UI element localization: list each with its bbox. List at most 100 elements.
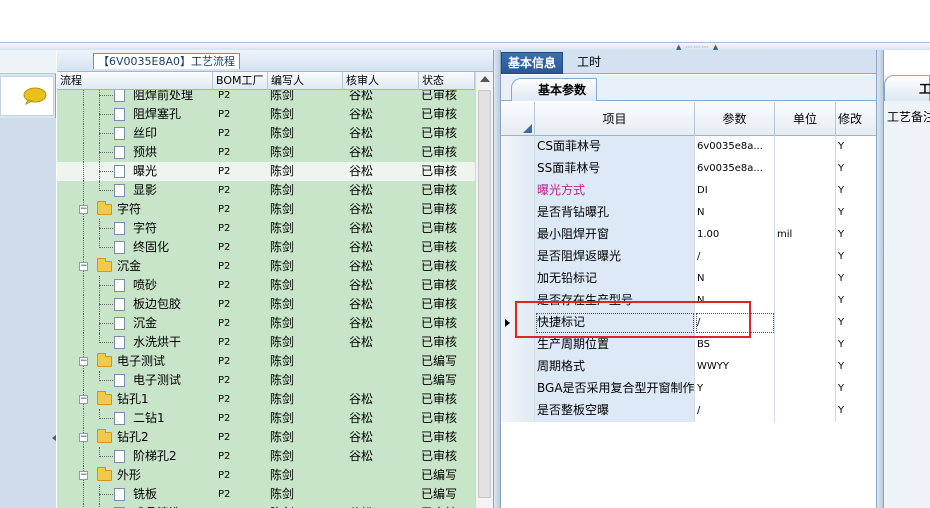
row-indicator[interactable] [501,202,535,224]
tree-node[interactable]: 阻焊塞孔 [57,105,213,124]
unit-cell[interactable] [775,378,836,400]
tree-row[interactable]: 沉金 P2 陈剑 谷松 已审核 [57,314,475,333]
tree-row[interactable]: − 字符 P2 陈剑 谷松 已审核 [57,200,475,219]
item-cell[interactable]: 曝光方式 [535,180,695,202]
col-unit[interactable]: 单位 [775,102,836,136]
tree-node[interactable]: 喷砂 [57,276,213,295]
tree-row[interactable]: 曝光 P2 陈剑 谷松 已审核 [57,162,475,181]
unit-cell[interactable] [775,202,836,224]
modify-cell[interactable]: Y [836,400,881,422]
modify-cell[interactable]: Y [836,356,881,378]
tree-row[interactable]: 电子测试 P2 陈剑 已编写 [57,371,475,390]
tree-row[interactable]: − 钻孔1 P2 陈剑 谷松 已审核 [57,390,475,409]
collapse-left-icon[interactable] [52,435,56,441]
param-cell[interactable]: N [695,268,775,290]
collapse-icon[interactable]: − [79,395,88,404]
tree-node[interactable]: 阶梯孔2 [57,447,213,466]
tree-row[interactable]: 水洗烘干 P2 陈剑 谷松 已审核 [57,333,475,352]
row-indicator[interactable] [501,378,535,400]
grid-row[interactable]: SS面菲林号 6v0035e8a... Y [501,158,881,180]
unit-cell[interactable] [775,356,836,378]
grid-row[interactable]: 曝光方式 DI Y [501,180,881,202]
row-indicator[interactable] [501,224,535,246]
remarks-tab[interactable]: 工 [884,75,930,101]
tree-node[interactable]: 成品清洗 [57,504,213,508]
param-cell[interactable]: / [695,246,775,268]
item-cell[interactable]: BGA是否采用复合型开窗制作 [535,378,695,400]
tree-node[interactable]: 阻焊前处理 [57,90,213,105]
param-cell[interactable]: N [695,202,775,224]
collapse-icon[interactable]: − [79,433,88,442]
tree-row[interactable]: − 钻孔2 P2 陈剑 谷松 已审核 [57,428,475,447]
unit-cell[interactable] [775,180,836,202]
modify-cell[interactable]: Y [836,180,881,202]
col-author[interactable]: 编写人 [268,72,343,90]
col-bom[interactable]: BOM工厂 [213,72,268,90]
tree-row[interactable]: 终固化 P2 陈剑 谷松 已审核 [57,238,475,257]
unit-cell[interactable] [775,312,836,334]
tree-node[interactable]: − 外形 [57,466,213,485]
tab-work-hours[interactable]: 工时 [571,52,607,74]
tree-scrollbar[interactable] [475,72,493,508]
row-indicator[interactable] [501,246,535,268]
tab-basic-info[interactable]: 基本信息 [501,52,564,74]
row-indicator[interactable] [501,136,535,158]
collapse-icon[interactable]: − [79,205,88,214]
tree-row[interactable]: 阻焊前处理 P2 陈剑 谷松 已审核 [57,90,475,105]
grid-row[interactable]: 最小阻焊开窗 1.00 mil Y [501,224,881,246]
grid-row[interactable]: 加无铅标记 N Y [501,268,881,290]
tree-node[interactable]: − 字符 [57,200,213,219]
tree-row[interactable]: − 电子测试 P2 陈剑 已编写 [57,352,475,371]
grid-row[interactable]: 是否背钻曝孔 N Y [501,202,881,224]
modify-cell[interactable]: Y [836,224,881,246]
tree-node[interactable]: 显影 [57,181,213,200]
tree-node[interactable]: 丝印 [57,124,213,143]
scroll-thumb[interactable] [478,90,491,498]
collapse-icon[interactable]: − [79,471,88,480]
grid-row[interactable]: 周期格式 WWYY Y [501,356,881,378]
tree-row[interactable]: 阻焊塞孔 P2 陈剑 谷松 已审核 [57,105,475,124]
param-cell[interactable]: DI [695,180,775,202]
param-cell[interactable]: Y [695,378,775,400]
grid-row[interactable]: 是否整板空曝 / Y [501,400,881,422]
tree-node[interactable]: 水洗烘干 [57,333,213,352]
modify-cell[interactable]: Y [836,136,881,158]
item-cell[interactable]: 加无铅标记 [535,268,695,290]
message-box[interactable] [0,76,54,116]
tree-node[interactable]: 电子测试 [57,371,213,390]
tree-node[interactable]: 沉金 [57,314,213,333]
select-all-icon[interactable] [523,124,532,133]
vertical-splitter[interactable] [493,50,501,508]
tree-row[interactable]: 成品清洗 P2陈剑谷松已审核 [57,504,475,508]
item-cell[interactable]: 周期格式 [535,356,695,378]
param-cell[interactable]: WWYY [695,356,775,378]
unit-cell[interactable] [775,290,836,312]
tree-node[interactable]: 终固化 [57,238,213,257]
unit-cell[interactable] [775,400,836,422]
row-indicator[interactable] [501,180,535,202]
tree-node[interactable]: 板边包胶 [57,295,213,314]
tree-row[interactable]: 铣板 P2 陈剑 已编写 [57,485,475,504]
unit-cell[interactable] [775,158,836,180]
tree-node[interactable]: 预烘 [57,143,213,162]
col-param[interactable]: 参数 [695,102,775,136]
horizontal-splitter[interactable]: ▲ ⋯⋯⋯ ▲ [0,42,930,51]
grid-corner[interactable] [501,102,535,136]
tree-node[interactable]: − 钻孔1 [57,390,213,409]
row-indicator[interactable] [501,356,535,378]
col-process[interactable]: 流程 [57,72,213,90]
tree-row[interactable]: 板边包胶 P2 陈剑 谷松 已审核 [57,295,475,314]
param-cell[interactable]: 6v0035e8a... [695,158,775,180]
row-indicator[interactable] [501,158,535,180]
item-cell[interactable]: SS面菲林号 [535,158,695,180]
scroll-up-icon[interactable] [480,76,490,82]
collapse-icon[interactable]: − [79,357,88,366]
tree-row[interactable]: 预烘 P2 陈剑 谷松 已审核 [57,143,475,162]
tree-node[interactable]: − 钻孔2 [57,428,213,447]
modify-cell[interactable]: Y [836,246,881,268]
row-indicator[interactable] [501,268,535,290]
right-splitter[interactable] [876,50,884,508]
tab-basic-params[interactable]: 基本参数 [511,78,598,101]
tree-node[interactable]: 二钻1 [57,409,213,428]
modify-cell[interactable]: Y [836,268,881,290]
